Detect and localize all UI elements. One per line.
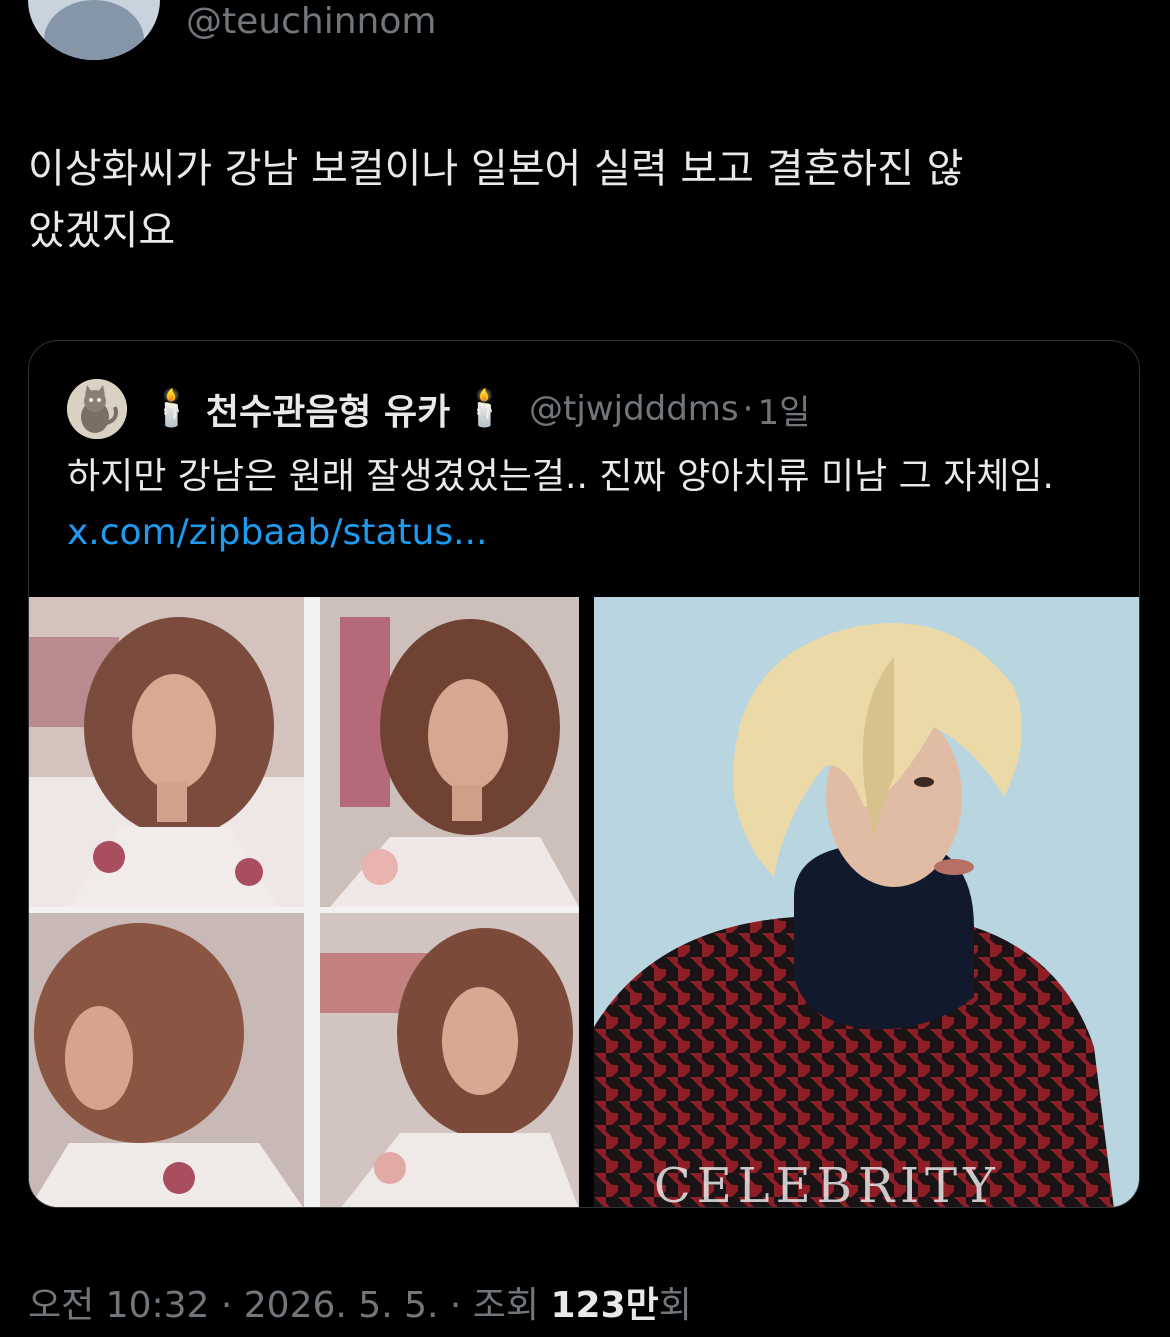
quoted-tweet-header: 🕯️ 천수관음형 유카 🕯️ @tjwjdddms · 1일 — [67, 379, 810, 439]
collage-photo — [320, 597, 579, 907]
quoted-tweet-media[interactable]: CELEBRITY — [29, 597, 1139, 1208]
portrait-photo[interactable]: CELEBRITY — [594, 597, 1139, 1208]
quoted-author-name[interactable]: 천수관음형 유카 — [206, 383, 450, 435]
tweet-date[interactable]: 2026. 5. 5. — [244, 1285, 439, 1326]
tweet-meta: 오전 10:32 · 2026. 5. 5. · 조회 123만회 — [28, 1282, 692, 1330]
watermark-text: CELEBRITY — [654, 1158, 1001, 1208]
separator-dot: · — [742, 389, 754, 429]
candle-icon: 🕯️ — [462, 388, 508, 429]
tweet-time[interactable]: 오전 10:32 — [28, 1285, 209, 1326]
collage-divider — [29, 907, 579, 913]
cat-avatar-icon — [67, 379, 127, 439]
views-count: 123만 — [550, 1285, 659, 1326]
separator-dot: · — [438, 1285, 473, 1326]
quoted-tweet-text: 하지만 강남은 원래 잘생겼었는걸.. 진짜 양아치류 미남 그 자체임. x.… — [67, 449, 1107, 561]
collage-photo — [29, 597, 304, 907]
author-avatar[interactable] — [28, 0, 160, 60]
quoted-tweet-body: 하지만 강남은 원래 잘생겼었는걸.. 진짜 양아치류 미남 그 자체임. — [67, 456, 1054, 497]
collage-divider — [304, 597, 320, 1207]
author-handle[interactable]: @teuchinnom — [186, 0, 436, 44]
photo-collage[interactable] — [29, 597, 579, 1207]
views-suffix: 회 — [658, 1285, 692, 1326]
quoted-tweet-link[interactable]: x.com/zipbaab/status... — [67, 512, 487, 553]
quoted-author-handle[interactable]: @tjwjdddms — [529, 389, 739, 429]
quoted-author-avatar[interactable] — [67, 379, 127, 439]
candle-icon: 🕯️ — [149, 388, 194, 429]
quoted-tweet[interactable]: 🕯️ 천수관음형 유카 🕯️ @tjwjdddms · 1일 하지만 강남은 원… — [28, 340, 1140, 1208]
views-label: 조회 — [472, 1285, 551, 1326]
collage-photo — [320, 913, 579, 1207]
tweet-text: 이상화씨가 강남 보컬이나 일본어 실력 보고 결혼하진 않 았겠지요 — [28, 146, 964, 254]
quoted-tweet-time[interactable]: 1일 — [757, 385, 810, 434]
default-avatar-body — [44, 0, 144, 60]
portrait-image: CELEBRITY — [594, 597, 1139, 1208]
separator-dot: · — [209, 1285, 244, 1326]
collage-photo — [29, 913, 304, 1207]
